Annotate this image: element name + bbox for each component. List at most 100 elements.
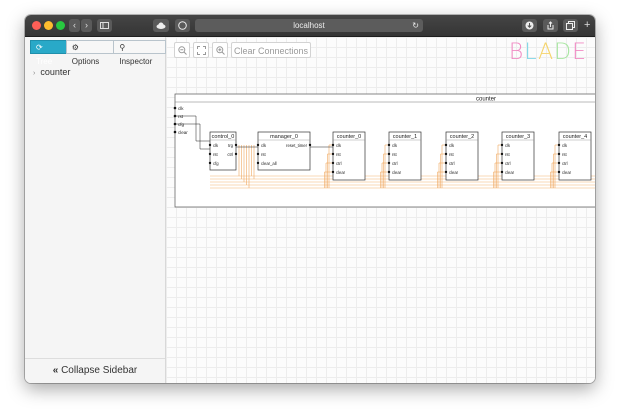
block-port-dot[interactable] — [557, 170, 561, 174]
block-port-dot[interactable] — [234, 143, 238, 147]
block-port-dot[interactable] — [331, 170, 335, 174]
block-port-label: ctrl — [449, 161, 455, 166]
tab-tree[interactable]: ⟳ Tree — [30, 40, 67, 66]
top-port-label: clk — [178, 106, 184, 111]
block-port-label: clk — [392, 143, 398, 148]
block-port-dot[interactable] — [208, 161, 212, 165]
block-port-dot[interactable] — [256, 143, 260, 147]
block-port-label: trg — [228, 143, 234, 148]
top-port-label: rst — [178, 114, 184, 119]
block-port-label: reset_timer — [286, 143, 308, 148]
block-port-dot[interactable] — [387, 143, 391, 147]
block-port-label: clk — [562, 143, 568, 148]
block-title: counter_1 — [393, 134, 417, 140]
block-port-label: clk — [213, 143, 219, 148]
block-port-label: clk — [336, 143, 342, 148]
block-port-dot[interactable] — [500, 152, 504, 156]
block-title: counter_0 — [337, 134, 361, 140]
block-port-dot[interactable] — [444, 161, 448, 165]
block-port-dot[interactable] — [387, 170, 391, 174]
block-port-dot[interactable] — [500, 170, 504, 174]
block-port-label: ctrl — [392, 161, 398, 166]
privacy-icon[interactable] — [175, 19, 190, 32]
share-icon[interactable] — [543, 19, 558, 32]
search-icon: ⚲ — [119, 43, 126, 52]
title-bar: ‹ › localhost ↻ + — [25, 15, 595, 37]
chevron-right-icon[interactable]: › — [33, 70, 35, 77]
block-port-label: clear — [449, 170, 459, 175]
block-port-dot[interactable] — [500, 161, 504, 165]
block-port-label: clear — [336, 170, 346, 175]
block-title: counter_3 — [506, 134, 530, 140]
collapse-sidebar-label: Collapse Sidebar — [61, 365, 138, 376]
sidebar-tabs: ⟳ Tree ⚙ Options ⚲ Inspector — [30, 40, 166, 66]
double-chevron-left-icon: « — [52, 365, 59, 376]
tree-item-counter[interactable]: › counter — [33, 67, 70, 77]
download-icon[interactable] — [522, 19, 537, 32]
close-window-button[interactable] — [32, 21, 41, 30]
block-port-label: clk — [449, 143, 455, 148]
forward-button[interactable]: › — [81, 19, 92, 32]
block-port-label: clear — [562, 170, 572, 175]
top-port-dot[interactable] — [173, 106, 177, 110]
block-title: counter_4 — [563, 134, 587, 140]
tab-inspector-label: Inspector — [119, 57, 153, 66]
block-port-label: clk — [505, 143, 511, 148]
block-port-dot[interactable] — [256, 152, 260, 156]
reload-icon[interactable]: ↻ — [412, 19, 419, 32]
back-button[interactable]: ‹ — [69, 19, 80, 32]
block-port-dot[interactable] — [387, 152, 391, 156]
sidebar: ⟳ Tree ⚙ Options ⚲ Inspector › counter « … — [25, 37, 166, 383]
block-port-dot[interactable] — [308, 143, 312, 147]
block-port-dot[interactable] — [557, 161, 561, 165]
canvas-area[interactable]: Clear Connections BLADE counter clk rst cfg… — [166, 37, 595, 383]
block-title: counter_2 — [450, 134, 474, 140]
block-port-dot[interactable] — [256, 161, 260, 165]
block-port-dot[interactable] — [444, 143, 448, 147]
block-port-dot[interactable] — [331, 152, 335, 156]
tab-tree-label: Tree — [36, 57, 53, 66]
tree-icon: ⟳ — [36, 43, 43, 52]
collapse-sidebar-button[interactable]: « Collapse Sidebar — [25, 358, 165, 383]
url-text: localhost — [293, 21, 325, 30]
sidebar-toggle-icon[interactable] — [97, 19, 112, 32]
top-port-dot[interactable] — [173, 130, 177, 134]
block-port-label: clk — [261, 143, 267, 148]
icloud-icon[interactable] — [153, 19, 169, 32]
block-port-label: ctrl — [336, 161, 342, 166]
top-port-label: clear — [178, 130, 188, 135]
block-port-dot[interactable] — [331, 143, 335, 147]
block-title: control_0 — [212, 134, 235, 140]
top-port-label: cfg — [178, 122, 185, 127]
block-port-dot[interactable] — [444, 152, 448, 156]
address-bar[interactable]: localhost ↻ — [195, 19, 423, 32]
tab-options[interactable]: ⚙ Options — [65, 40, 115, 66]
block-port-dot[interactable] — [444, 170, 448, 174]
block-port-label: clear_all — [261, 161, 277, 166]
new-tab-icon[interactable]: + — [584, 19, 590, 32]
block-port-dot[interactable] — [331, 161, 335, 165]
block-port-label: clear — [505, 170, 515, 175]
top-module-title: counter — [476, 97, 496, 103]
tabs-overview-icon[interactable] — [563, 19, 578, 32]
gear-icon: ⚙ — [71, 43, 79, 52]
block-port-dot[interactable] — [387, 161, 391, 165]
block-port-label: ctrl — [562, 161, 568, 166]
tab-options-label: Options — [71, 57, 100, 66]
block-port-label: cfg — [213, 161, 219, 166]
zoom-window-button[interactable] — [56, 21, 65, 30]
module-diagram[interactable]: counterclkrstcfgclearcontrol_0clkrstcfgt… — [166, 37, 595, 383]
minimize-window-button[interactable] — [44, 21, 53, 30]
block-port-dot[interactable] — [208, 152, 212, 156]
block-port-dot[interactable] — [557, 152, 561, 156]
tree-item-label: counter — [40, 67, 71, 77]
block-port-label: ctrl — [227, 152, 233, 157]
block-port-dot[interactable] — [234, 152, 238, 156]
block-port-label: ctrl — [505, 161, 511, 166]
browser-window: ‹ › localhost ↻ + ⟳ Tree ⚙ Options ⚲ Ins… — [25, 15, 595, 383]
block-title: manager_0 — [270, 134, 298, 140]
block-port-dot[interactable] — [557, 143, 561, 147]
tab-inspector[interactable]: ⚲ Inspector — [113, 40, 166, 66]
block-port-dot[interactable] — [208, 143, 212, 147]
block-port-dot[interactable] — [500, 143, 504, 147]
